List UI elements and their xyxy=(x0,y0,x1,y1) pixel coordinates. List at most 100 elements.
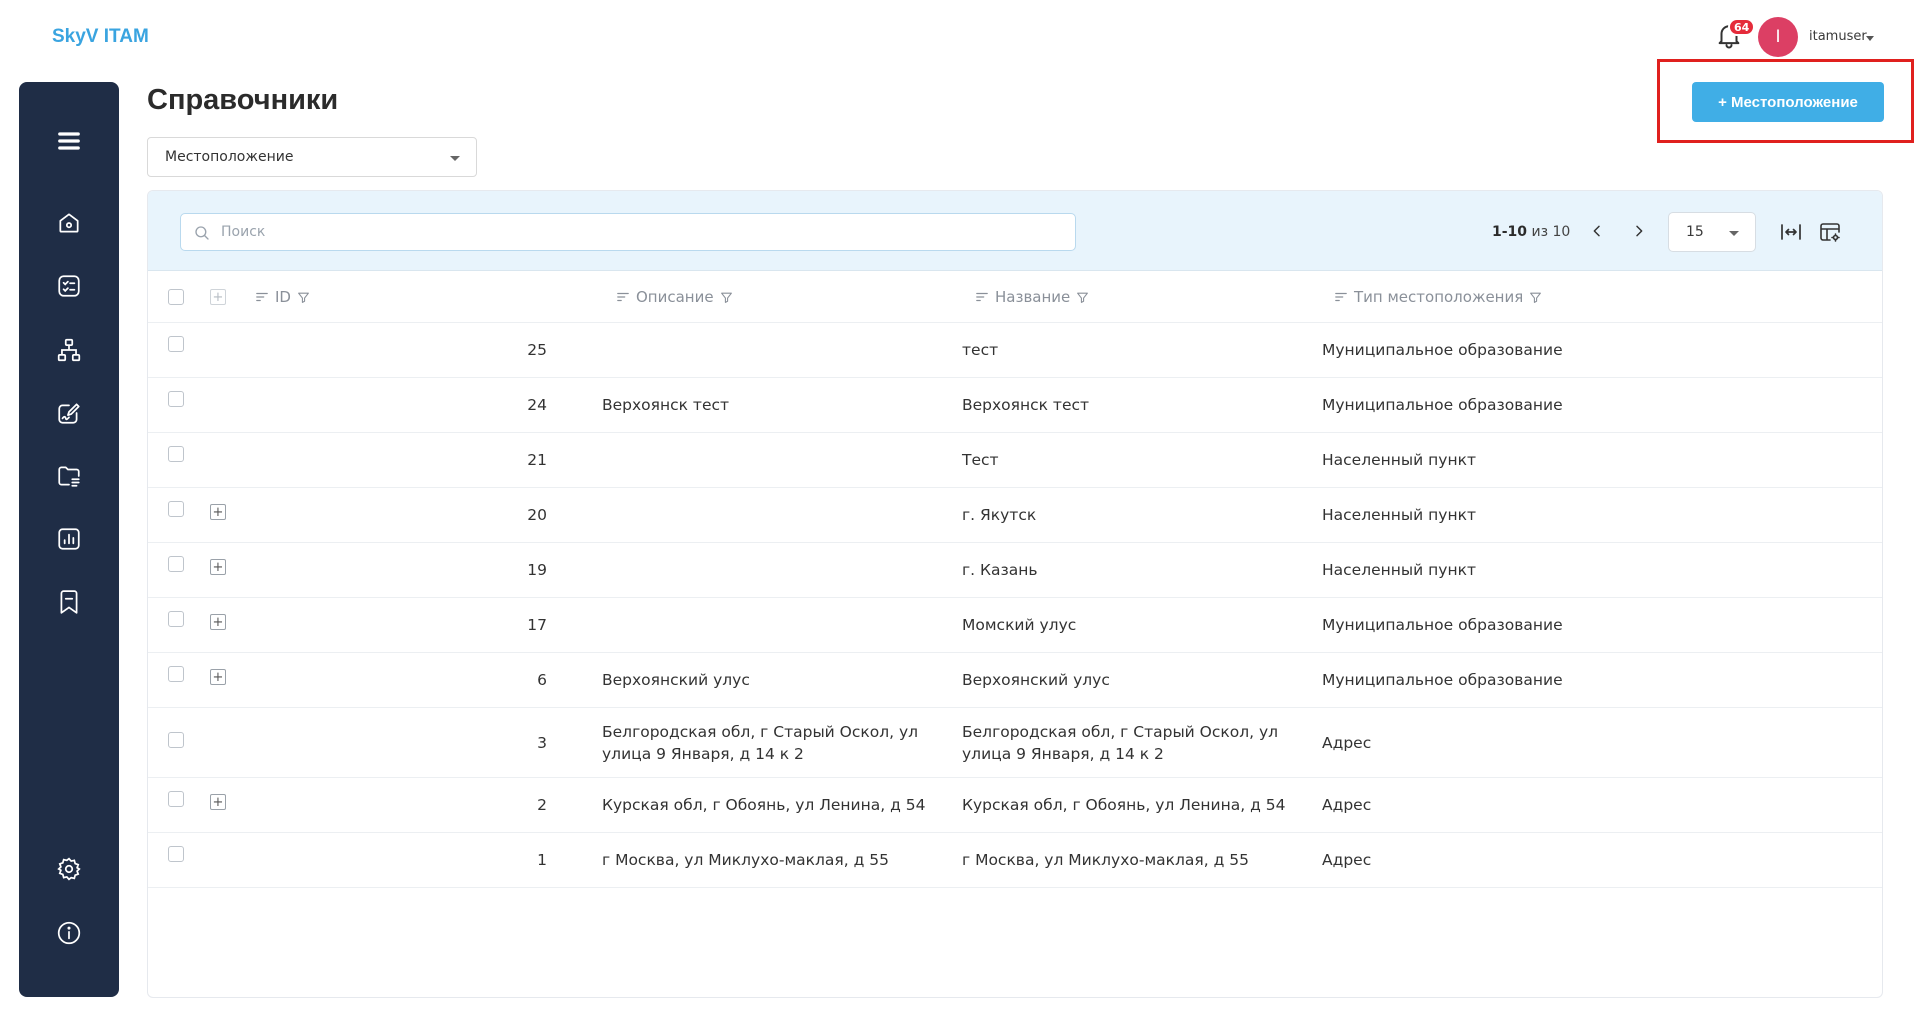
cell-name: Момский улус xyxy=(962,616,1077,634)
directory-select[interactable]: Местоположение xyxy=(147,137,477,177)
pagination-range: 1-10 xyxy=(1492,224,1528,240)
cell-description: Белгородская обл, г Старый Оскол, ул ули… xyxy=(602,723,919,763)
cell-name: г. Якутск xyxy=(962,506,1037,524)
edit-document-icon[interactable] xyxy=(55,399,83,427)
table-row[interactable]: + 17 Момский улус Муниципальное образова… xyxy=(148,598,1882,653)
report-chart-icon[interactable] xyxy=(55,525,83,553)
cell-id: 25 xyxy=(527,341,547,359)
select-all-checkbox[interactable] xyxy=(168,289,184,305)
info-icon[interactable] xyxy=(55,919,83,947)
row-checkbox[interactable] xyxy=(168,846,184,862)
cell-name: г. Казань xyxy=(962,561,1038,579)
row-checkbox[interactable] xyxy=(168,446,184,462)
expand-all-icon[interactable]: + xyxy=(210,289,226,305)
pagination-info: 1-10 из 10 xyxy=(1492,224,1570,240)
expand-row-icon[interactable]: + xyxy=(210,504,226,520)
sidebar xyxy=(19,82,119,997)
row-checkbox[interactable] xyxy=(168,611,184,627)
pagination-total: из 10 xyxy=(1531,224,1571,240)
expand-row-icon[interactable]: + xyxy=(210,559,226,575)
cell-description: Курская обл, г Обоянь, ул Ленина, д 54 xyxy=(602,796,926,814)
column-header-name[interactable]: Название xyxy=(975,288,1089,306)
table-row[interactable]: 1 г Москва, ул Миклухо-маклая, д 55 г Мо… xyxy=(148,833,1882,888)
cell-type: Муниципальное образование xyxy=(1322,396,1563,414)
cell-type: Населенный пункт xyxy=(1322,506,1476,524)
column-header-type[interactable]: Тип местоположения xyxy=(1334,288,1542,306)
table-row[interactable]: + 6 Верхоянский улус Верхоянский улус Му… xyxy=(148,653,1882,708)
username-menu[interactable]: itamuser xyxy=(1809,29,1867,44)
chevron-left-icon xyxy=(1593,225,1600,237)
sort-icon xyxy=(1335,292,1347,302)
cell-id: 21 xyxy=(527,451,547,469)
chevron-down-icon[interactable] xyxy=(1866,36,1874,41)
next-page-button[interactable] xyxy=(1627,219,1651,243)
page-size-value: 15 xyxy=(1686,224,1704,240)
fit-width-icon[interactable] xyxy=(1778,219,1804,245)
chevron-down-icon xyxy=(1729,231,1739,236)
table-row[interactable]: + 19 г. Казань Населенный пункт xyxy=(148,543,1882,598)
cell-id: 1 xyxy=(537,851,547,869)
home-icon[interactable] xyxy=(55,209,83,237)
cell-id: 19 xyxy=(527,561,547,579)
checklist-icon[interactable] xyxy=(55,272,83,300)
row-checkbox[interactable] xyxy=(168,391,184,407)
cell-id: 6 xyxy=(537,671,547,689)
column-header-description-label: Описание xyxy=(636,288,714,306)
column-header-description[interactable]: Описание xyxy=(616,288,733,306)
cell-description: Верхоянск тест xyxy=(602,396,730,414)
cell-name: Курская обл, г Обоянь, ул Ленина, д 54 xyxy=(962,796,1286,814)
cell-description: Верхоянский улус xyxy=(602,671,750,689)
expand-row-icon[interactable]: + xyxy=(210,669,226,685)
expand-row-icon[interactable]: + xyxy=(210,614,226,630)
cell-type: Адрес xyxy=(1322,851,1372,869)
table-row[interactable]: + 20 г. Якутск Населенный пункт xyxy=(148,488,1882,543)
column-header-id[interactable]: ID xyxy=(255,288,310,306)
row-checkbox[interactable] xyxy=(168,556,184,572)
table-row[interactable]: 21 Тест Населенный пункт xyxy=(148,433,1882,488)
sort-icon xyxy=(617,292,629,302)
cell-id: 24 xyxy=(527,396,547,414)
expand-row-icon[interactable]: + xyxy=(210,794,226,810)
notification-badge: 64 xyxy=(1728,18,1756,36)
hierarchy-icon[interactable] xyxy=(55,336,83,364)
table-row[interactable]: 25 тест Муниципальное образование xyxy=(148,323,1882,378)
cell-id: 20 xyxy=(527,506,547,524)
directory-select-value: Местоположение xyxy=(165,149,294,165)
cell-name: Верхоянский улус xyxy=(962,671,1110,689)
filter-icon xyxy=(298,292,309,303)
gear-icon[interactable] xyxy=(55,855,83,883)
cell-type: Муниципальное образование xyxy=(1322,671,1563,689)
menu-icon[interactable] xyxy=(55,127,83,155)
row-checkbox[interactable] xyxy=(168,336,184,352)
folder-list-icon[interactable] xyxy=(55,462,83,490)
highlight-annotation xyxy=(1657,59,1914,143)
page-size-select[interactable]: 15 xyxy=(1668,212,1756,252)
row-checkbox[interactable] xyxy=(168,501,184,517)
table-row[interactable]: 24 Верхоянск тест Верхоянск тест Муницип… xyxy=(148,378,1882,433)
column-header-id-label: ID xyxy=(275,288,291,306)
table-toolbar: 1-10 из 10 15 xyxy=(148,191,1882,271)
chevron-down-icon xyxy=(450,156,460,161)
cell-id: 17 xyxy=(527,616,547,634)
app-brand[interactable]: SkyV ITAM xyxy=(52,26,149,48)
search-input[interactable] xyxy=(180,213,1076,251)
search-icon xyxy=(195,226,209,240)
table-row[interactable]: 3 Белгородская обл, г Старый Оскол, ул у… xyxy=(148,708,1882,778)
column-settings-icon[interactable] xyxy=(1817,219,1843,245)
cell-type: Населенный пункт xyxy=(1322,451,1476,469)
column-header-type-label: Тип местоположения xyxy=(1354,288,1524,306)
row-checkbox[interactable] xyxy=(168,791,184,807)
chevron-right-icon xyxy=(1636,225,1643,237)
row-checkbox[interactable] xyxy=(168,666,184,682)
table-header: + ID Описание Название Тип местоположени… xyxy=(148,271,1882,323)
avatar[interactable]: I xyxy=(1758,17,1798,57)
locations-table-card: 1-10 из 10 15 + ID Описание xyxy=(147,190,1883,998)
cell-type: Муниципальное образование xyxy=(1322,616,1563,634)
bookmark-doc-icon[interactable] xyxy=(55,588,83,616)
prev-page-button[interactable] xyxy=(1585,219,1609,243)
page-title: Справочники xyxy=(147,84,339,116)
filter-icon xyxy=(1530,292,1542,303)
sort-icon xyxy=(976,292,988,302)
row-checkbox[interactable] xyxy=(168,732,184,748)
table-row[interactable]: + 2 Курская обл, г Обоянь, ул Ленина, д … xyxy=(148,778,1882,833)
